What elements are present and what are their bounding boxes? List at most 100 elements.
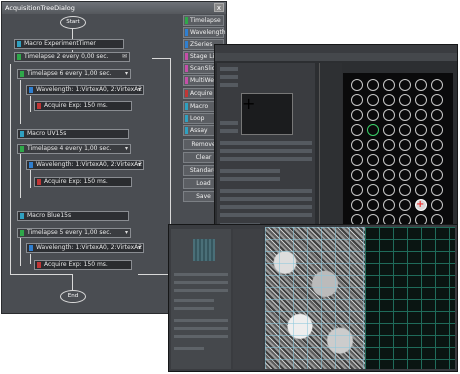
well[interactable]	[367, 124, 379, 136]
well[interactable]	[399, 94, 411, 106]
well[interactable]	[431, 79, 443, 91]
settings-row[interactable]	[220, 67, 238, 71]
well[interactable]	[383, 94, 395, 106]
well[interactable]	[431, 154, 443, 166]
settings-row[interactable]	[220, 141, 312, 145]
well[interactable]	[367, 139, 379, 151]
well[interactable]	[367, 94, 379, 106]
well[interactable]	[415, 154, 427, 166]
end-node[interactable]: End	[60, 290, 86, 303]
acquire-node[interactable]: Acquire Exp: 150 ms.	[34, 101, 132, 111]
well[interactable]	[399, 124, 411, 136]
well[interactable]	[431, 199, 443, 211]
well[interactable]	[351, 124, 363, 136]
well[interactable]	[351, 169, 363, 181]
well[interactable]	[367, 154, 379, 166]
well[interactable]	[383, 109, 395, 121]
well[interactable]	[383, 124, 395, 136]
close-icon[interactable]: x	[214, 3, 224, 12]
well[interactable]	[399, 169, 411, 181]
well[interactable]	[351, 79, 363, 91]
well[interactable]	[383, 169, 395, 181]
well[interactable]	[399, 139, 411, 151]
well[interactable]	[383, 79, 395, 91]
well[interactable]	[415, 169, 427, 181]
well[interactable]	[399, 154, 411, 166]
acquire-node[interactable]: Acquire Exp: 150 ms.	[34, 260, 132, 270]
wavelength-node[interactable]: Wavelength: 1:VirtexA0, 2:VirtexA2 ▾	[26, 243, 144, 253]
well[interactable]	[351, 184, 363, 196]
settings-row[interactable]	[220, 83, 238, 87]
settings-row[interactable]	[220, 121, 238, 125]
well[interactable]	[399, 109, 411, 121]
chevron-down-icon[interactable]: ▾	[125, 70, 128, 78]
start-node[interactable]: Start	[60, 16, 86, 29]
settings-row[interactable]	[174, 335, 228, 338]
well[interactable]	[367, 199, 379, 211]
macro-node[interactable]: Macro UV15s	[17, 129, 129, 139]
settings-row[interactable]	[174, 327, 228, 330]
timelapse-node[interactable]: Timelapse 2 every 0,00 sec. ✉	[14, 52, 130, 62]
wavelength-button[interactable]: Wavelength	[183, 27, 226, 38]
overview-thumbnail[interactable]	[193, 239, 215, 261]
well[interactable]	[431, 139, 443, 151]
well-plate-grid[interactable]: +	[343, 73, 453, 233]
well[interactable]	[399, 184, 411, 196]
chevron-down-icon[interactable]: ▾	[138, 244, 141, 252]
settings-row[interactable]	[220, 213, 312, 217]
well[interactable]	[431, 184, 443, 196]
well[interactable]	[351, 139, 363, 151]
settings-row[interactable]	[220, 129, 238, 133]
well[interactable]	[383, 184, 395, 196]
settings-row[interactable]	[220, 75, 238, 79]
well[interactable]	[351, 154, 363, 166]
well[interactable]	[431, 109, 443, 121]
chevron-down-icon[interactable]: ▾	[138, 86, 141, 94]
well[interactable]	[431, 169, 443, 181]
chevron-down-icon[interactable]: ▾	[125, 229, 128, 237]
menu-bar[interactable]	[215, 45, 457, 53]
macro-node[interactable]: Macro ExperimentTimer	[14, 39, 124, 49]
settings-row[interactable]	[220, 177, 280, 181]
acquire-node[interactable]: Acquire Exp: 150 ms.	[34, 177, 132, 187]
settings-row[interactable]	[174, 319, 228, 322]
well[interactable]	[415, 94, 427, 106]
settings-row[interactable]	[174, 273, 228, 276]
settings-row[interactable]	[174, 347, 204, 350]
settings-row[interactable]	[220, 205, 312, 209]
image-viewer[interactable]	[265, 227, 455, 369]
well[interactable]	[415, 109, 427, 121]
well[interactable]	[367, 79, 379, 91]
settings-row[interactable]	[220, 189, 312, 193]
well[interactable]	[399, 199, 411, 211]
settings-row[interactable]	[220, 149, 312, 153]
timelapse-button[interactable]: Timelapse	[183, 15, 224, 26]
timelapse-node[interactable]: Timelapse 5 every 1,00 sec. ▾	[17, 228, 131, 238]
well[interactable]	[367, 169, 379, 181]
toolbar[interactable]	[215, 53, 457, 61]
timelapse-node[interactable]: Timelapse 6 every 1,00 sec. ▾	[17, 69, 131, 79]
settings-row[interactable]	[220, 157, 312, 161]
well[interactable]	[351, 94, 363, 106]
well[interactable]	[383, 139, 395, 151]
well[interactable]	[383, 154, 395, 166]
well[interactable]	[415, 139, 427, 151]
wavelength-node[interactable]: Wavelength: 1:VirtexA0, 2:VirtexA2 ▾	[26, 160, 144, 170]
settings-row[interactable]	[174, 289, 228, 292]
well[interactable]	[415, 124, 427, 136]
settings-row[interactable]	[174, 307, 214, 310]
settings-row[interactable]	[174, 299, 214, 302]
settings-row[interactable]	[220, 197, 312, 201]
well[interactable]	[367, 109, 379, 121]
wavelength-node[interactable]: Wavelength: 1:VirtexA0, 2:VirtexA2 ▾	[26, 85, 144, 95]
chevron-down-icon[interactable]: ▾	[125, 145, 128, 153]
well[interactable]	[415, 79, 427, 91]
plate-preview[interactable]: +	[241, 93, 293, 135]
chevron-down-icon[interactable]: ▾	[138, 161, 141, 169]
settings-row[interactable]	[174, 281, 228, 284]
well[interactable]	[415, 184, 427, 196]
well[interactable]	[383, 199, 395, 211]
settings-row[interactable]	[220, 169, 280, 173]
well[interactable]	[399, 79, 411, 91]
timelapse-node[interactable]: Timelapse 4 every 1,00 sec. ▾	[17, 144, 131, 154]
